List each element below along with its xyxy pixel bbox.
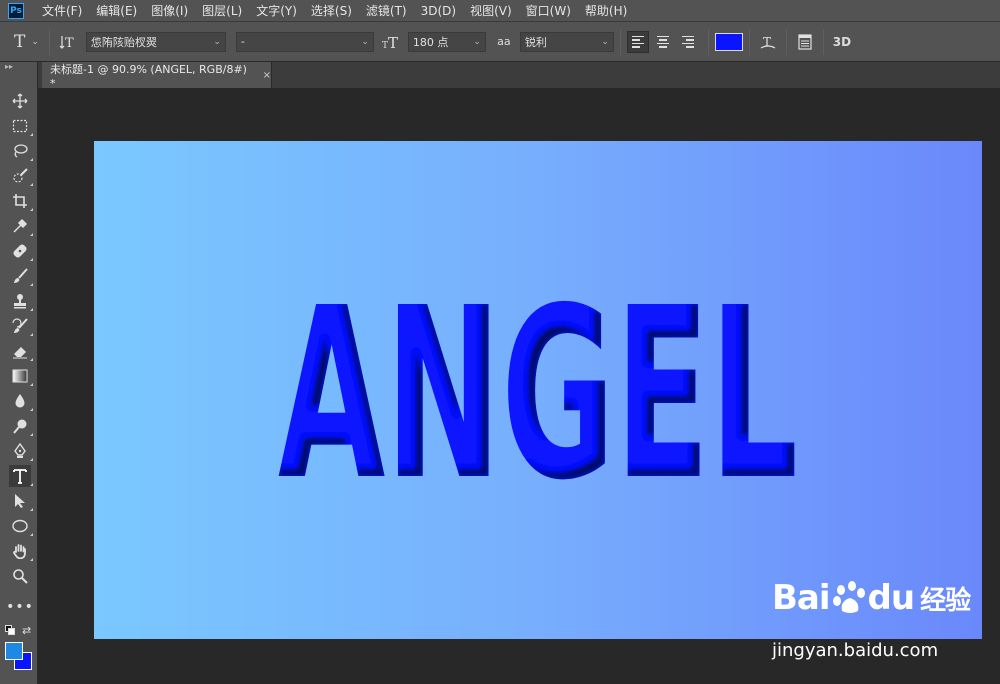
font-size-value: 180 点 (412, 35, 449, 49)
marquee-tool-icon[interactable] (9, 115, 33, 137)
align-right-icon (681, 35, 694, 48)
antialias-dropdown[interactable]: 锐利 ⌄ (519, 31, 614, 52)
watermark-url: jingyan.baidu.com (772, 640, 939, 661)
menu-bar: Ps 文件(F) 编辑(E) 图像(I) 图层(L) 文字(Y) 选择(S) 滤… (0, 0, 1000, 22)
chevron-down-icon: ⌄ (601, 36, 609, 47)
menu-image[interactable]: 图像(I) (151, 2, 188, 19)
character-panel-icon[interactable] (793, 30, 817, 54)
chevron-down-icon: ⌄ (31, 36, 39, 47)
svg-text:T: T (65, 36, 74, 50)
align-left-icon (631, 35, 644, 48)
baidu-watermark: Bai du 经验 jingyan.baidu.com (772, 578, 982, 668)
panel-collapse-icon[interactable]: ▸▸ (0, 62, 37, 74)
menu-file[interactable]: 文件(F) (42, 2, 82, 19)
text-color-swatch[interactable] (714, 32, 743, 51)
menu-edit[interactable]: 编辑(E) (96, 2, 137, 19)
options-bar: T ⌄ T 怹陏陔贻杈翜 ⌄ - ⌄ TT 180 点 ⌄ aa 锐利 ⌄ T (0, 22, 1000, 62)
menu-select[interactable]: 选择(S) (311, 2, 352, 19)
warp-text-icon[interactable]: T (756, 30, 780, 54)
svg-text:T: T (388, 34, 398, 50)
document-tab[interactable]: 未标题-1 @ 90.9% (ANGEL, RGB/8#) * × (42, 62, 272, 90)
default-colors-icon[interactable] (5, 625, 15, 635)
lasso-tool-icon[interactable] (9, 140, 33, 162)
document-tab-bar: 未标题-1 @ 90.9% (ANGEL, RGB/8#) * × (38, 62, 1000, 90)
type-tool-icon[interactable] (9, 465, 33, 487)
chevron-down-icon: ⌄ (473, 36, 481, 47)
document-tab-title: 未标题-1 @ 90.9% (ANGEL, RGB/8#) * (50, 62, 247, 90)
align-left-button[interactable] (626, 30, 649, 53)
swap-colors-icon[interactable]: ⇄ (22, 624, 31, 637)
photoshop-logo-icon[interactable]: Ps (8, 2, 24, 19)
baidu-logo-suffix: 经验 (920, 585, 971, 616)
quick-selection-tool-icon[interactable] (9, 165, 33, 187)
history-brush-tool-icon[interactable] (9, 315, 33, 337)
hand-tool-icon[interactable] (9, 540, 33, 562)
divider (748, 28, 750, 55)
menu-type[interactable]: 文字(Y) (256, 2, 297, 19)
pen-tool-icon[interactable] (9, 440, 33, 462)
baidu-logo-left: Bai (772, 578, 831, 618)
canvas-text-layer[interactable]: ANGEL (94, 141, 982, 639)
align-right-button[interactable] (677, 31, 699, 53)
crop-tool-icon[interactable] (9, 190, 33, 212)
zoom-tool-icon[interactable] (9, 565, 31, 587)
healing-brush-tool-icon[interactable] (9, 240, 33, 262)
toggle-text-orientation-icon[interactable]: T (56, 30, 80, 54)
divider (707, 28, 709, 55)
edit-toolbar-icon[interactable]: ••• (6, 596, 33, 618)
baidu-logo-right: du (867, 578, 916, 618)
divider (785, 28, 787, 55)
clone-stamp-tool-icon[interactable] (9, 290, 33, 312)
blur-tool-icon[interactable] (9, 390, 33, 412)
antialias-value: 锐利 (524, 35, 547, 49)
font-size-icon: TT (380, 30, 404, 54)
menu-filter[interactable]: 滤镜(T) (366, 2, 407, 19)
gradient-tool-icon[interactable] (9, 365, 33, 387)
baidu-logo: Bai du 经验 (772, 578, 971, 618)
font-style-value: - (240, 35, 245, 48)
menu-window[interactable]: 窗口(W) (526, 2, 571, 19)
tool-preset-picker[interactable]: T ⌄ (14, 32, 39, 52)
menu-help[interactable]: 帮助(H) (585, 2, 627, 19)
eyedropper-tool-icon[interactable] (9, 215, 33, 237)
font-size-dropdown[interactable]: 180 点 ⌄ (407, 31, 486, 52)
create-3d-button[interactable]: 3D (830, 30, 854, 54)
menu-3d[interactable]: 3D(D) (421, 4, 456, 18)
font-style-dropdown[interactable]: - ⌄ (235, 31, 374, 52)
divider (822, 28, 824, 55)
menu-view[interactable]: 视图(V) (470, 2, 512, 19)
tools-panel: ▸▸ ••• ⇄ (0, 62, 38, 684)
font-family-dropdown[interactable]: 怹陏陔贻杈翜 ⌄ (85, 31, 226, 52)
menu-layer[interactable]: 图层(L) (202, 2, 242, 19)
path-selection-tool-icon[interactable] (9, 490, 33, 512)
eraser-tool-icon[interactable] (9, 340, 33, 362)
antialias-icon: aa (497, 35, 511, 48)
divider (48, 28, 50, 55)
paw-icon (832, 581, 866, 615)
brush-tool-icon[interactable] (9, 265, 33, 287)
align-center-icon (656, 35, 669, 48)
angel-text: ANGEL (278, 257, 798, 532)
chevron-down-icon: ⌄ (361, 36, 369, 47)
move-tool-icon[interactable] (9, 90, 31, 112)
font-family-value: 怹陏陔贻杈翜 (90, 35, 157, 49)
ellipse-tool-icon[interactable] (9, 515, 33, 537)
divider (619, 28, 621, 55)
dodge-tool-icon[interactable] (9, 415, 33, 437)
document-canvas[interactable]: ANGEL (94, 141, 982, 639)
chevron-down-icon: ⌄ (213, 36, 221, 47)
foreground-color-swatch[interactable] (5, 642, 23, 660)
align-center-button[interactable] (652, 31, 674, 53)
type-tool-icon: T (14, 31, 26, 52)
close-icon[interactable]: × (263, 70, 271, 81)
